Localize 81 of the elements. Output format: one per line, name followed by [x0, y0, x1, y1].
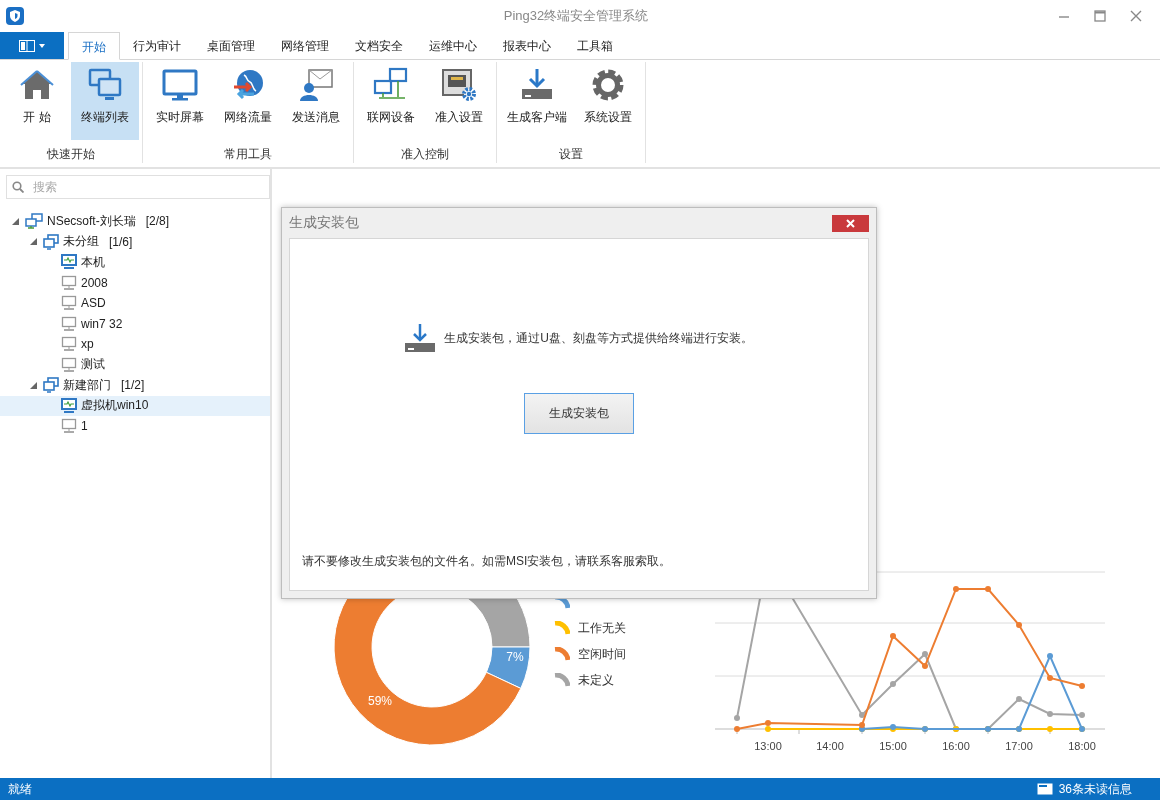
tree-item[interactable]: xp	[0, 334, 270, 355]
generate-package-button[interactable]: 生成安装包	[524, 393, 634, 434]
ribbon-button[interactable]: 终端列表	[71, 62, 139, 140]
ribbon-button[interactable]: 发送消息	[282, 62, 350, 140]
ribbon-button[interactable]: 生成客户端	[500, 62, 574, 140]
book-icon	[19, 39, 35, 52]
axis-label: 15:00	[879, 740, 907, 752]
slice-label: 59%	[368, 694, 392, 708]
download-icon	[405, 323, 436, 353]
axis-label: 14:00	[816, 740, 844, 752]
tree-item[interactable]: 测试	[0, 354, 270, 375]
monitor-icon	[61, 274, 77, 291]
maximize-icon[interactable]	[1094, 10, 1106, 22]
caret-icon	[39, 43, 45, 48]
tree-item[interactable]: 本机	[0, 252, 270, 273]
legend-label: 空闲时间	[578, 645, 626, 663]
tree-item[interactable]: ASD	[0, 293, 270, 314]
status-text: 就绪	[8, 780, 32, 798]
ribbon-group-label: 准入控制	[401, 146, 449, 163]
app-menu-button[interactable]	[0, 32, 64, 59]
axis-label: 16:00	[942, 740, 970, 752]
ribbon-group-label: 常用工具	[224, 146, 272, 163]
monitor-icon	[61, 295, 77, 312]
tree-item[interactable]: 1	[0, 416, 270, 437]
expanded-caret-icon[interactable]	[30, 238, 37, 246]
monitor-icon	[61, 336, 77, 353]
monitors-icon	[43, 233, 59, 250]
envelope-person-icon	[298, 67, 334, 103]
expanded-caret-icon[interactable]	[12, 217, 19, 225]
ribbon-tab[interactable]: 文档安全	[342, 32, 416, 60]
close-button[interactable]	[832, 214, 869, 232]
ribbon-tab[interactable]: 运维中心	[416, 32, 490, 60]
legend-label: 工作无关	[578, 619, 626, 637]
close-icon	[846, 218, 855, 228]
monitor-icon	[61, 315, 77, 332]
axis-label: 17:00	[1005, 740, 1033, 752]
ribbon-tab[interactable]: 报表中心	[490, 32, 564, 60]
tree-item[interactable]: 虚拟机win10	[0, 395, 270, 416]
search-field[interactable]: 搜索	[6, 175, 270, 199]
unread-messages-link[interactable]: 36条未读信息	[1058, 780, 1132, 798]
tree-group[interactable]: 未分组 [1/6]	[0, 231, 270, 252]
tree-item[interactable]: win7 32	[0, 313, 270, 334]
tree-group[interactable]: 新建部门 [1/2]	[0, 375, 270, 396]
dialog-message: 生成安装包，通过U盘、刻盘等方式提供给终端进行安装。	[444, 329, 753, 347]
search-icon	[12, 181, 24, 193]
tree-item[interactable]: 2008	[0, 272, 270, 293]
ribbon-button[interactable]: 实时屏幕	[146, 62, 214, 140]
ribbon-tab[interactable]: 网络管理	[268, 32, 342, 60]
monitors-icon	[87, 67, 123, 103]
ribbon-tab[interactable]: 开始	[68, 32, 120, 60]
ribbon-tab[interactable]: 工具箱	[564, 32, 626, 60]
ribbon-button[interactable]: 准入设置	[425, 62, 493, 140]
monitor-icon	[162, 67, 198, 103]
monitors-icon	[43, 377, 59, 394]
monitor-icon	[61, 356, 77, 373]
close-icon[interactable]	[1130, 10, 1142, 22]
tree-group[interactable]: NSecsoft-刘长瑞 [2/8]	[0, 211, 270, 232]
ribbon-button[interactable]: 网络流量	[214, 62, 282, 140]
active-monitor-icon	[61, 254, 77, 271]
ribbon-button[interactable]: 系统设置	[574, 62, 642, 140]
monitor-icon	[61, 418, 77, 435]
active-monitor-icon	[61, 397, 77, 414]
ribbon-button[interactable]: 联网设备	[357, 62, 425, 140]
ribbon-group-label: 设置	[559, 146, 583, 163]
dialog-note: 请不要修改生成安装包的文件名。如需MSI安装包，请联系客服索取。	[302, 553, 672, 570]
ribbon-tab[interactable]: 行为审计	[120, 32, 194, 60]
dialog-title: 生成安装包	[289, 214, 359, 232]
gear-icon	[590, 67, 626, 103]
network-icon	[25, 213, 43, 230]
legend-label: 未定义	[578, 671, 614, 689]
slice-label: 7%	[506, 650, 524, 664]
ribbon-group-label: 快速开始	[47, 146, 95, 163]
axis-label: 18:00	[1068, 740, 1096, 752]
ribbon-tab[interactable]: 桌面管理	[194, 32, 268, 60]
message-icon[interactable]	[1036, 783, 1053, 795]
axis-label: 13:00	[754, 740, 782, 752]
shield-logo-icon	[6, 7, 24, 25]
ribbon-button[interactable]: 开 始	[3, 62, 71, 140]
port-settings-icon	[441, 67, 477, 103]
window-title: Ping32终端安全管理系统	[503, 7, 649, 25]
expanded-caret-icon[interactable]	[30, 381, 37, 389]
